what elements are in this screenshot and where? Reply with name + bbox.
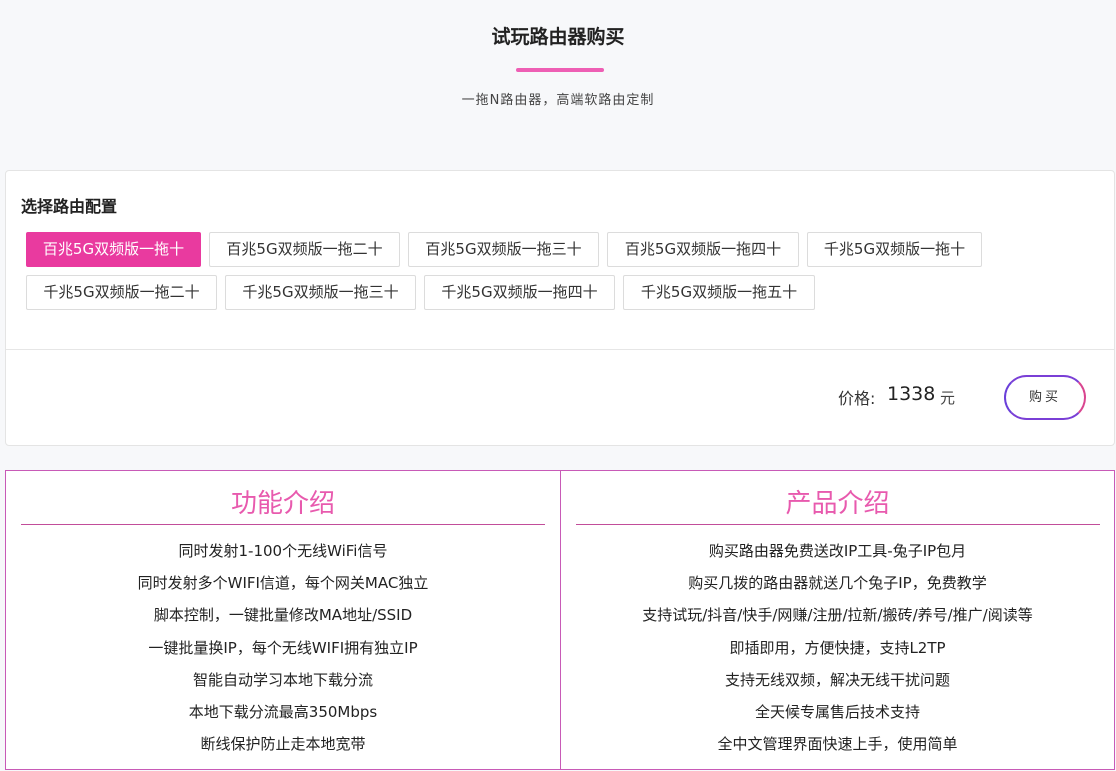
intro-panel: 功能介绍 同时发射1-100个无线WiFi信号 同时发射多个WIFI信道，每个网… (5, 470, 1115, 770)
list-item: 同时发射1-100个无线WiFi信号 (178, 542, 388, 560)
list-item: 购买几拨的路由器就送几个兔子IP，免费教学 (688, 574, 987, 593)
price-unit: 元 (940, 389, 956, 407)
list-item: 购买路由器免费送改IP工具-兔子IP包月 (708, 542, 967, 560)
config-card: 选择路由配置 百兆5G双频版一拖十 百兆5G双频版一拖二十 百兆5G双频版一拖三… (5, 170, 1115, 446)
features-divider (21, 524, 545, 525)
card-divider (6, 349, 1114, 350)
hero-section: 试玩路由器购买 一拖N路由器，高端软路由定制 (0, 0, 1116, 170)
list-item: 一键批量换IP，每个无线WIFI拥有独立IP (148, 638, 418, 657)
list-item: 本地下载分流最高350Mbps (188, 702, 378, 721)
list-item: 支持无线双频，解决无线干扰问题 (724, 670, 950, 689)
features-column: 功能介绍 同时发射1-100个无线WiFi信号 同时发射多个WIFI信道，每个网… (6, 471, 560, 769)
page-subtitle: 一拖N路由器，高端软路由定制 (461, 93, 655, 108)
list-item: 支持试玩/抖音/快手/网赚/注册/拉新/搬砖/养号/推广/阅读等 (642, 606, 1033, 625)
option-1000m-40[interactable]: 千兆5G双频版一拖四十 (424, 275, 615, 310)
buy-button[interactable]: 购买 (1004, 375, 1086, 420)
product-divider (576, 524, 1100, 525)
option-100m-10[interactable]: 百兆5G双频版一拖十 (26, 232, 201, 267)
list-item: 全天候专属售后技术支持 (754, 702, 920, 721)
list-item: 脚本控制，一键批量修改MA地址/SSID (153, 606, 413, 625)
product-title: 产品介绍 (785, 489, 890, 519)
price-value: 1338 (887, 383, 936, 405)
option-1000m-50[interactable]: 千兆5G双频版一拖五十 (623, 275, 815, 310)
page-title: 试玩路由器购买 (491, 26, 625, 48)
list-item: 同时发射多个WIFI信道，每个网关MAC独立 (137, 574, 429, 593)
price-label: 价格: (838, 389, 876, 408)
title-underline (516, 68, 604, 72)
features-list: 同时发射1-100个无线WiFi信号 同时发射多个WIFI信道，每个网关MAC独… (6, 539, 560, 764)
config-label: 选择路由配置 (21, 197, 118, 216)
option-100m-40[interactable]: 百兆5G双频版一拖四十 (607, 232, 799, 267)
product-column: 产品介绍 购买路由器免费送改IP工具-兔子IP包月 购买几拨的路由器就送几个兔子… (560, 471, 1114, 769)
option-1000m-30[interactable]: 千兆5G双频版一拖三十 (225, 275, 416, 310)
features-title: 功能介绍 (230, 489, 335, 519)
option-100m-20[interactable]: 百兆5G双频版一拖二十 (209, 232, 400, 267)
list-item: 断线保护防止走本地宽带 (200, 735, 366, 754)
product-list: 购买路由器免费送改IP工具-兔子IP包月 购买几拨的路由器就送几个兔子IP，免费… (561, 539, 1114, 764)
option-100m-30[interactable]: 百兆5G双频版一拖三十 (408, 232, 599, 267)
option-1000m-10[interactable]: 千兆5G双频版一拖十 (807, 232, 982, 267)
list-item: 即插即用，方便快捷，支持L2TP (729, 638, 946, 657)
list-item: 全中文管理界面快速上手，使用简单 (717, 735, 958, 754)
list-item: 智能自动学习本地下载分流 (192, 670, 373, 689)
option-1000m-20[interactable]: 千兆5G双频版一拖二十 (26, 275, 217, 310)
